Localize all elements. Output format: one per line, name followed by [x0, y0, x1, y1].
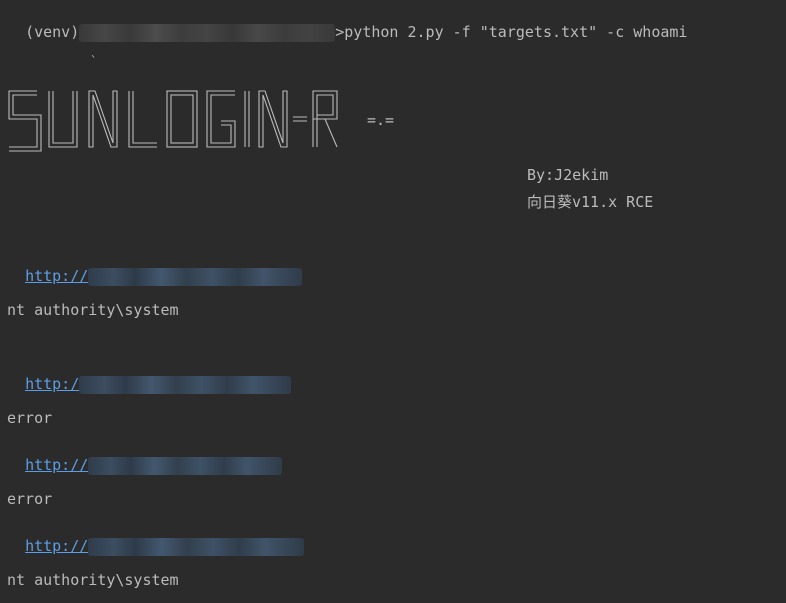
output-text-1: nt authority\system [7, 301, 179, 319]
sunlogin-rce-logo [8, 90, 338, 152]
redacted-url [88, 537, 305, 556]
venv-prefix: (venv) [25, 23, 80, 41]
url-link[interactable]: http:// [25, 456, 88, 474]
url-link[interactable]: http:// [25, 267, 88, 285]
output-url-1[interactable]: http:// [7, 246, 303, 286]
output-url-3[interactable]: http:// [7, 435, 283, 475]
command-line: (venv) >python 2.py -f "targets.txt" -c w… [7, 2, 687, 42]
output-url-4[interactable]: http:// [7, 516, 305, 556]
output-text-3: error [7, 490, 53, 508]
output-text-2: error [7, 409, 53, 427]
subtitle-label: 向日葵v11.x RCE [527, 193, 654, 211]
url-link[interactable]: http:// [25, 537, 88, 555]
url-link[interactable]: http:/ [25, 375, 79, 393]
redacted-url [88, 267, 303, 286]
redacted-url [88, 456, 283, 475]
command-text: >python 2.py -f "targets.txt" -c whoami [335, 23, 688, 41]
banner-tick: ` [90, 54, 98, 68]
output-text-4: nt authority\system [7, 571, 179, 589]
redacted-url [79, 375, 292, 394]
banner-extra: =.= [367, 111, 395, 129]
banner-logo [7, 88, 357, 156]
output-url-2[interactable]: http:/ [7, 354, 292, 394]
author-label: By:J2ekim [527, 166, 609, 184]
redacted-path [79, 23, 336, 42]
